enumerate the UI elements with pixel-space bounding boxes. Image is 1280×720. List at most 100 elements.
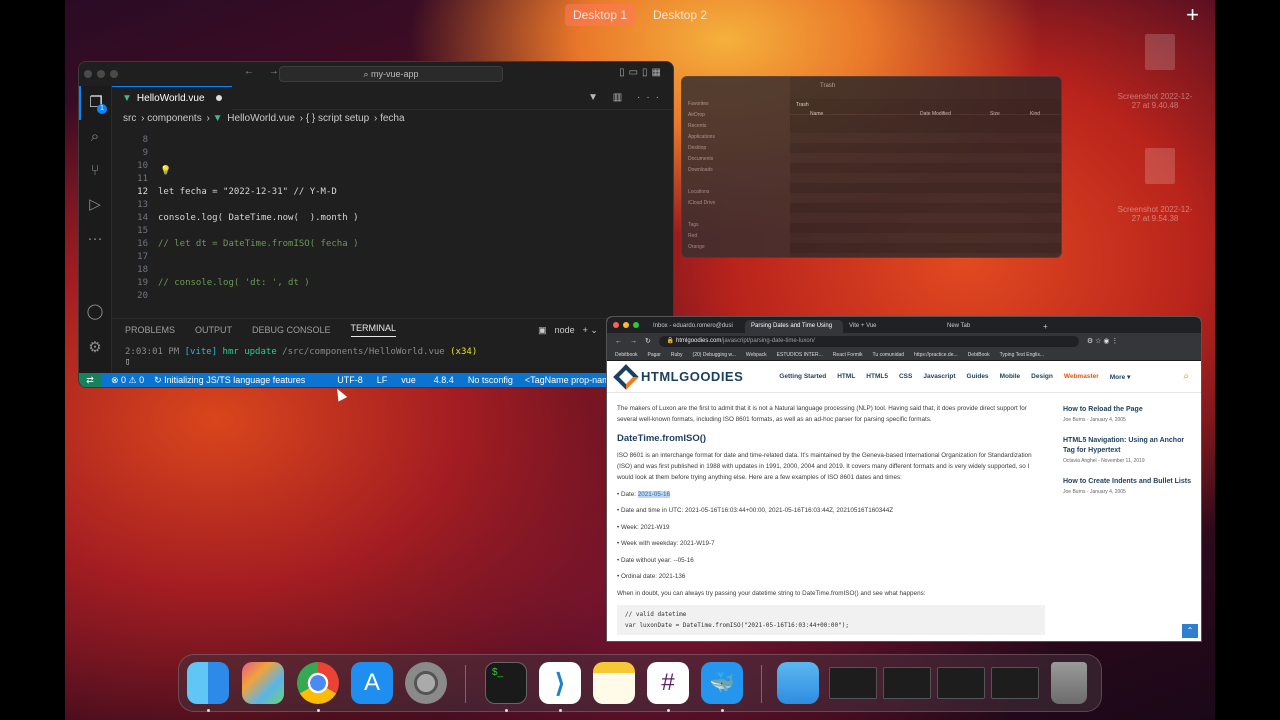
zoom-window-button[interactable] — [633, 322, 639, 328]
new-terminal-button[interactable]: + ⌄ — [583, 325, 598, 336]
desktop-1-tab[interactable]: Desktop 1 — [564, 4, 635, 26]
minimize-window-button[interactable] — [97, 70, 105, 78]
minimized-window-thumbnail[interactable] — [991, 667, 1039, 699]
bookmark[interactable]: Tu comunidad — [873, 352, 905, 358]
nav-item[interactable]: Guides — [967, 373, 989, 381]
slack-icon[interactable]: # — [647, 662, 689, 704]
search-icon[interactable]: ⌕ — [1183, 371, 1189, 382]
bookmark[interactable]: Ruby — [671, 352, 683, 358]
bookmark[interactable]: (20) Debugging w... — [693, 352, 736, 358]
minimized-window-thumbnail[interactable] — [883, 667, 931, 699]
finder-sidebar-item[interactable]: AirDrop — [688, 110, 784, 121]
related-title[interactable]: How to Create Indents and Bullet Lists — [1063, 477, 1193, 487]
finder-sidebar-item[interactable]: Documents — [688, 154, 784, 165]
desktop-2-tab[interactable]: Desktop 2 — [645, 4, 715, 26]
nav-item[interactable]: HTML5 — [866, 373, 888, 381]
notes-icon[interactable] — [593, 662, 635, 704]
layout-icons[interactable]: ▯▭▯▦ — [619, 67, 665, 78]
more-icon[interactable]: ··· — [79, 222, 111, 256]
trash-icon[interactable] — [1051, 662, 1087, 704]
editor-actions[interactable]: ▼ ▥ ··· — [588, 92, 665, 103]
nav-item[interactable]: CSS — [899, 373, 912, 381]
col-date[interactable]: Date Modified — [920, 111, 990, 123]
nav-item[interactable]: HTML — [837, 373, 855, 381]
source-control-icon[interactable]: ⑂ — [79, 154, 111, 188]
status-ts-version[interactable]: 4.8.4 — [434, 375, 454, 385]
new-tab-button[interactable]: + — [1039, 322, 1052, 333]
finder-sidebar-item[interactable]: Recents — [688, 121, 784, 132]
minimize-window-button[interactable] — [623, 322, 629, 328]
minimized-window-thumbnail[interactable] — [829, 667, 877, 699]
explorer-icon[interactable]: ❐ — [79, 86, 111, 120]
unsaved-dot-icon[interactable] — [215, 95, 222, 101]
tab-htmlgoodies[interactable]: Parsing Dates and Time Using — [745, 320, 843, 333]
htmlgoodies-logo-icon[interactable] — [613, 363, 639, 390]
breadcrumb-script[interactable]: { } script setup — [306, 113, 369, 124]
finder-sidebar-item[interactable]: Downloads — [688, 165, 784, 176]
back-icon[interactable]: ← — [615, 338, 622, 345]
terminal-output[interactable]: 2:03:01 PM [vite] hmr update /src/compon… — [112, 341, 673, 373]
gear-icon[interactable]: ⚙ — [79, 331, 111, 365]
nav-item[interactable]: Javascript — [923, 373, 955, 381]
nav-item[interactable]: Getting Started — [779, 373, 826, 381]
col-name[interactable]: Name — [810, 111, 920, 123]
run-debug-icon[interactable]: ▷ — [79, 188, 111, 222]
status-language[interactable]: vue — [401, 375, 416, 385]
google-chrome-icon[interactable] — [297, 662, 339, 704]
extensions-icons[interactable]: ⚙ ☆ ◉ ⋮ — [1087, 337, 1119, 345]
launchpad-icon[interactable] — [242, 662, 284, 704]
finder-icon[interactable] — [187, 662, 229, 704]
remote-icon[interactable]: ⇄ — [79, 373, 101, 387]
zoom-window-button[interactable] — [110, 70, 118, 78]
tab-vite[interactable]: Vite + Vue — [843, 320, 941, 333]
status-problems[interactable]: ⊗ 0 ⚠ 0 — [111, 375, 144, 386]
breadcrumb-file[interactable]: HelloWorld.vue — [227, 113, 295, 124]
code-editor[interactable]: 💡 8 9 10 11 12 13 14 15 16 17 18 19 20 l… — [112, 130, 673, 318]
bookmark[interactable]: ESTUDIOS INTER... — [777, 352, 823, 358]
breadcrumb-src[interactable]: src — [123, 113, 136, 124]
reload-icon[interactable]: ↻ — [645, 337, 651, 345]
bookmark[interactable]: https://practice.de... — [914, 352, 958, 358]
close-window-button[interactable] — [613, 322, 619, 328]
status-encoding[interactable]: UTF-8 — [337, 375, 363, 385]
nav-item[interactable]: Webmaster — [1064, 373, 1099, 381]
col-kind[interactable]: Kind — [1030, 111, 1040, 123]
related-title[interactable]: HTML5 Navigation: Using an Anchor Tag fo… — [1063, 436, 1193, 456]
status-tagname[interactable]: <TagName prop-name — [525, 375, 615, 385]
command-center-search[interactable]: ⌕ my-vue-app — [279, 66, 503, 82]
vscode-icon[interactable]: ⟩ — [539, 662, 581, 704]
minimized-window-thumbnail[interactable] — [937, 667, 985, 699]
terminal-shell-label[interactable]: node — [555, 325, 575, 336]
status-eol[interactable]: LF — [377, 375, 388, 385]
terminal-icon[interactable]: $_ — [485, 662, 527, 704]
finder-sidebar-item[interactable]: Desktop — [688, 143, 784, 154]
forward-icon[interactable]: → — [630, 338, 637, 345]
finder-sidebar-item[interactable]: Red — [688, 231, 784, 242]
app-store-icon[interactable]: A — [351, 662, 393, 704]
nav-item[interactable]: More ▾ — [1110, 373, 1131, 381]
nav-item[interactable]: Design — [1031, 373, 1053, 381]
finder-sidebar-item[interactable]: Orange — [688, 242, 784, 253]
docker-icon[interactable]: 🐳 — [701, 662, 743, 704]
nav-item[interactable]: Mobile — [1000, 373, 1021, 381]
tab-helloworld[interactable]: ▼ HelloWorld.vue — [112, 85, 232, 110]
tab-gmail[interactable]: Inbox - eduardo.romero@dusi — [647, 320, 745, 333]
finder-sidebar-item[interactable]: iCloud Drive — [688, 198, 784, 209]
col-size[interactable]: Size — [990, 111, 1030, 123]
lightbulb-icon[interactable]: 💡 — [160, 166, 171, 176]
status-tsconfig[interactable]: No tsconfig — [468, 375, 513, 385]
desktop-file-icon[interactable] — [1145, 148, 1175, 184]
bookmark[interactable]: DebtBook — [968, 352, 990, 358]
bookmark[interactable]: Debitbook — [615, 352, 638, 358]
related-title[interactable]: How to Reload the Page — [1063, 405, 1193, 415]
bookmark[interactable]: React Formik — [833, 352, 863, 358]
close-window-button[interactable] — [84, 70, 92, 78]
tab-new[interactable]: New Tab — [941, 320, 1039, 333]
site-logo[interactable]: HTMLGOODIES — [641, 369, 743, 384]
finder-sidebar-item[interactable]: Applications — [688, 132, 784, 143]
downloads-folder-icon[interactable] — [777, 662, 819, 704]
tab-output[interactable]: OUTPUT — [195, 325, 232, 335]
breadcrumb-components[interactable]: components — [147, 113, 201, 124]
add-desktop-icon[interactable]: + — [1186, 2, 1199, 28]
finder-file-list[interactable] — [790, 123, 1061, 257]
